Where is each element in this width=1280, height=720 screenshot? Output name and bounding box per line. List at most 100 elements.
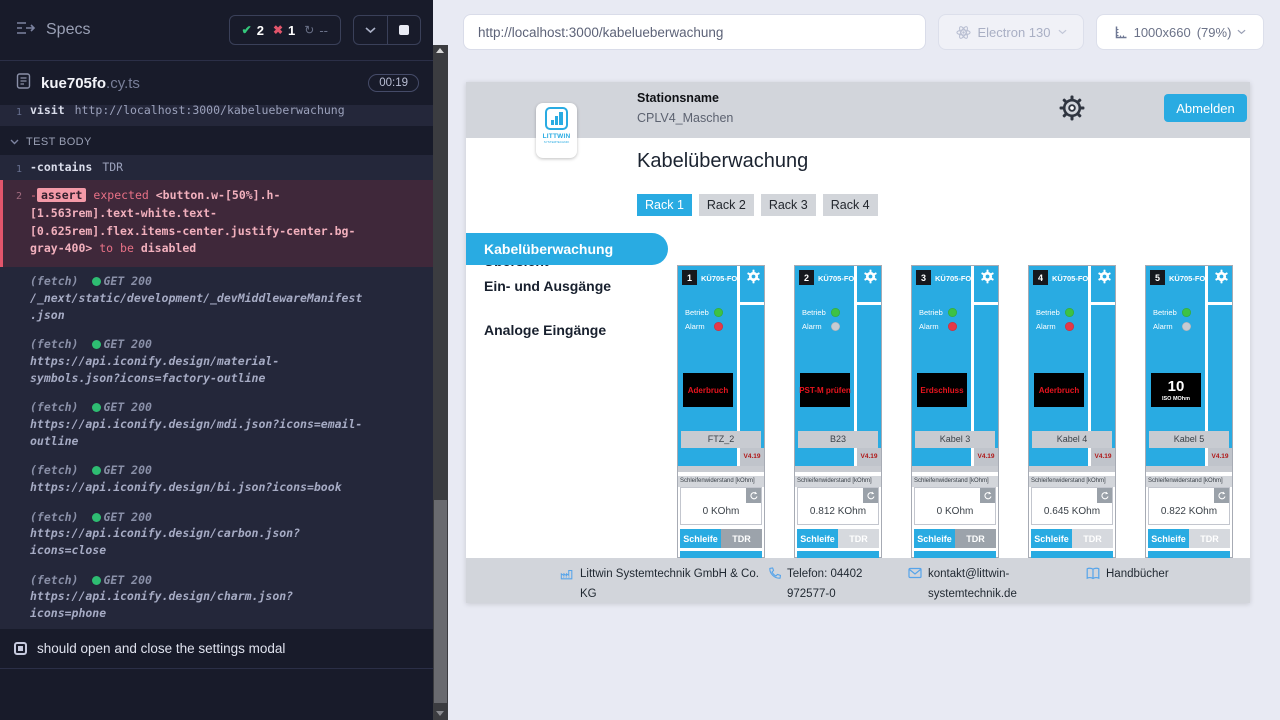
- resistance-value-box: 0.822 KOhm: [1148, 487, 1230, 525]
- test-body-section-header[interactable]: TEST BODY: [0, 126, 433, 155]
- logout-button[interactable]: Abmelden: [1164, 94, 1247, 122]
- specs-menu-icon[interactable]: [16, 21, 36, 40]
- refresh-button[interactable]: [1097, 488, 1112, 503]
- schleife-button[interactable]: Schleife: [914, 529, 955, 548]
- scroll-up-arrow-icon[interactable]: [436, 48, 444, 53]
- failed-assert-row[interactable]: 2 -assert expected <button.w-[50%].h-[1.…: [0, 180, 433, 267]
- refresh-button[interactable]: [1214, 488, 1229, 503]
- chevron-down-icon: [10, 139, 19, 145]
- cable-name: B23: [798, 431, 878, 448]
- cypress-header: Specs ✔2 ✖1 ↻--: [0, 0, 433, 61]
- footer-manuals-link[interactable]: Handbücher: [1086, 565, 1246, 585]
- device-settings-gear-icon[interactable]: [1214, 269, 1230, 285]
- scroll-down-arrow-icon[interactable]: [436, 711, 444, 716]
- device-model: KÜ705-FO: [701, 274, 737, 283]
- fetch-log-row[interactable]: (fetch)GET 200https://api.iconify.design…: [0, 393, 433, 456]
- viewport-size-selector[interactable]: 1000x660 (79%): [1096, 14, 1264, 50]
- sidebar-item-ein-und-ausgaenge[interactable]: Ein- und Ausgänge: [466, 278, 668, 294]
- alarm-led: [1182, 322, 1191, 331]
- resistance-label: Schleifenwiderstand [kOhm]: [1146, 476, 1232, 487]
- firmware-version: V4.19: [1208, 448, 1232, 466]
- status-display: Aderbruch: [683, 373, 733, 407]
- footer-phone: Telefon: 04402 972577-0: [768, 565, 890, 603]
- device-card: 2 KÜ705-FO Betrieb Alarm PST-M prüfen B2…: [794, 265, 882, 558]
- schleife-button[interactable]: Schleife: [1031, 529, 1072, 548]
- betrieb-label: Betrieb: [685, 308, 714, 317]
- command-row-contains[interactable]: 1 -containsTDR: [0, 155, 433, 180]
- cable-name: Kabel 5: [1149, 431, 1229, 448]
- status-dot: [92, 277, 101, 286]
- littwin-logo-icon: [545, 107, 568, 130]
- device-settings-gear-icon[interactable]: [863, 269, 879, 285]
- tab-rack-2[interactable]: Rack 2: [699, 194, 754, 216]
- browser-name: Electron 130: [978, 25, 1051, 40]
- resistance-value-box: 0.812 KOhm: [797, 487, 879, 525]
- sidebar-item-analoge-eingaenge[interactable]: Analoge Eingänge: [466, 322, 668, 338]
- status-dot: [92, 403, 101, 412]
- device-settings-gear-icon[interactable]: [746, 269, 762, 285]
- fetch-log-row[interactable]: (fetch)GET 200https://api.iconify.design…: [0, 503, 433, 566]
- device-card: 4 KÜ705-FO Betrieb Alarm Aderbruch Kabel…: [1028, 265, 1116, 558]
- panel-scrollbar[interactable]: [433, 45, 448, 720]
- fetch-log-row[interactable]: (fetch)GET 200https://api.iconify.design…: [0, 330, 433, 393]
- resistance-label: Schleifenwiderstand [kOhm]: [912, 476, 998, 487]
- alarm-label: Alarm: [1153, 322, 1182, 331]
- schleife-button[interactable]: Schleife: [797, 529, 838, 548]
- browser-selector[interactable]: Electron 130: [938, 14, 1084, 50]
- alarm-led: [1065, 322, 1074, 331]
- resistance-label: Schleifenwiderstand [kOhm]: [678, 476, 764, 487]
- station-info: Stationsname CPLV4_Maschen: [637, 91, 733, 125]
- tdr-button[interactable]: TDR: [721, 529, 762, 548]
- app-viewport: Stationsname CPLV4_Maschen: [466, 82, 1250, 603]
- resistance-label: Schleifenwiderstand [kOhm]: [795, 476, 881, 487]
- specs-label[interactable]: Specs: [46, 21, 90, 39]
- sidebar-item-kabelueberwachung[interactable]: Kabelüberwachung: [466, 233, 668, 265]
- stop-icon: [399, 25, 409, 35]
- tdr-button[interactable]: TDR: [838, 529, 879, 548]
- display-main: Aderbruch: [688, 386, 728, 395]
- tdr-button[interactable]: TDR: [1189, 529, 1230, 548]
- footer-email: kontakt@littwin-systemtechnik.de: [908, 565, 1026, 603]
- settings-gear-icon[interactable]: [1059, 95, 1085, 121]
- command-arg: http://localhost:3000/kabelueberwachung: [75, 105, 345, 117]
- scrollbar-thumb[interactable]: [434, 500, 447, 703]
- chevron-down-icon: [1058, 29, 1067, 35]
- refresh-button[interactable]: [863, 488, 878, 503]
- refresh-button[interactable]: [746, 488, 761, 503]
- fetch-log-row[interactable]: (fetch)GET 200https://api.iconify.design…: [0, 566, 433, 629]
- collapse-button[interactable]: [354, 16, 387, 44]
- alarm-label: Alarm: [1036, 322, 1065, 331]
- pending-test-icon: [14, 642, 27, 655]
- fetch-log-row[interactable]: (fetch)GET 200/_next/static/development/…: [0, 267, 433, 330]
- pending-test-row[interactable]: should open and close the settings modal: [0, 629, 433, 666]
- test-stats[interactable]: ✔2 ✖1 ↻--: [229, 15, 341, 45]
- tdr-button[interactable]: TDR: [955, 529, 996, 548]
- device-settings-gear-icon[interactable]: [980, 269, 996, 285]
- device-settings-gear-icon[interactable]: [1097, 269, 1113, 285]
- alarm-label: Alarm: [685, 322, 714, 331]
- alarm-led: [831, 322, 840, 331]
- status-dot: [92, 513, 101, 522]
- check-icon: ✔: [242, 23, 252, 37]
- tab-rack-3[interactable]: Rack 3: [761, 194, 816, 216]
- slot-number: 1: [682, 270, 697, 285]
- stop-button[interactable]: [387, 16, 420, 44]
- refresh-button[interactable]: [980, 488, 995, 503]
- fetch-log-row[interactable]: (fetch)GET 200https://api.iconify.design…: [0, 456, 433, 502]
- alarm-led: [948, 322, 957, 331]
- command-row-visit[interactable]: 1 visithttp://localhost:3000/kabelueberw…: [0, 105, 433, 126]
- app-footer: Littwin Systemtechnik GmbH & Co. KG Tele…: [466, 558, 1250, 603]
- betrieb-label: Betrieb: [1036, 308, 1065, 317]
- url-input[interactable]: http://localhost:3000/kabelueberwachung: [463, 14, 926, 50]
- tdr-button[interactable]: TDR: [1072, 529, 1113, 548]
- alarm-led: [714, 322, 723, 331]
- slot-number: 3: [916, 270, 931, 285]
- spec-file-row[interactable]: kue705fo.cy.ts 00:19: [0, 61, 433, 105]
- schleife-button[interactable]: Schleife: [680, 529, 721, 548]
- aut-pane: http://localhost:3000/kabelueberwachung …: [448, 0, 1280, 720]
- schleife-button[interactable]: Schleife: [1148, 529, 1189, 548]
- tab-rack-4[interactable]: Rack 4: [823, 194, 878, 216]
- tab-rack-1[interactable]: Rack 1: [637, 194, 692, 216]
- refresh-icon: ↻: [304, 23, 314, 37]
- betrieb-label: Betrieb: [919, 308, 948, 317]
